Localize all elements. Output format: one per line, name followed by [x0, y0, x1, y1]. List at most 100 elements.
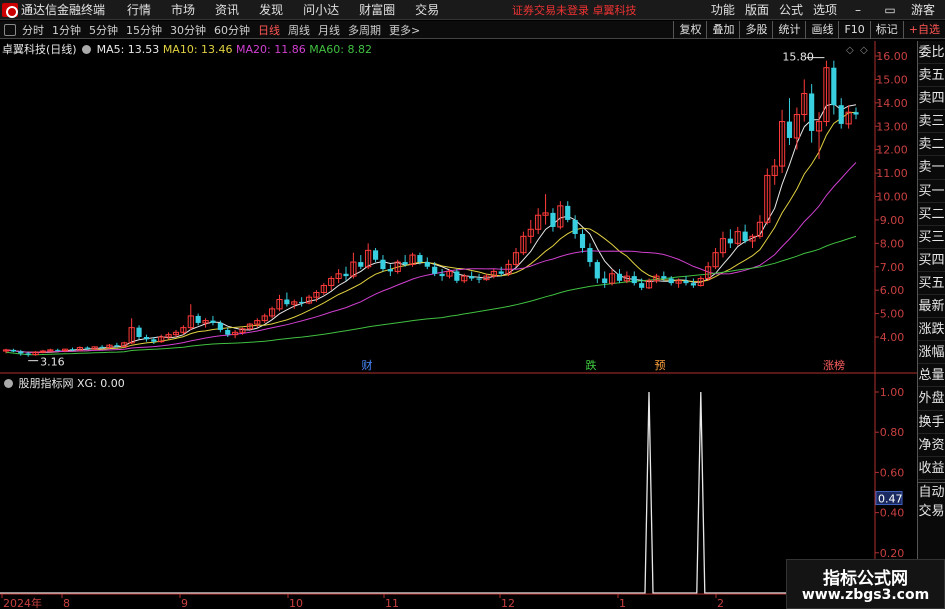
candle-body-down — [661, 276, 667, 279]
sidebar-field-7[interactable]: 买二 — [918, 203, 945, 226]
indicator-value: XG: 0.00 — [77, 377, 125, 390]
tool-f10[interactable]: F10 — [838, 21, 869, 39]
menu-item-discover[interactable]: 发现 — [259, 1, 283, 18]
sidebar-field-12[interactable]: 涨跌 — [918, 318, 945, 342]
indicator-settings-icon[interactable] — [4, 379, 13, 388]
menu-item-wealth[interactable]: 财富圈 — [359, 1, 395, 18]
menu-item-layout[interactable]: 版面 — [745, 1, 769, 18]
tool-draw[interactable]: 画线 — [805, 21, 838, 39]
app-logo-icon — [2, 2, 18, 18]
minimize-icon[interactable]: – — [847, 3, 869, 17]
guest-label[interactable]: 游客 — [911, 1, 935, 18]
sidebar-field-16[interactable]: 换手 — [918, 411, 945, 434]
candle-body-down — [284, 299, 290, 305]
stock-name[interactable]: 卓翼科技(日线) — [2, 43, 77, 56]
price-tick-label: 4.00 — [880, 331, 905, 344]
price-tick-label: 13.00 — [876, 120, 908, 133]
sidebar-field-9[interactable]: 买四 — [918, 249, 945, 272]
period-multi[interactable]: 多周期 — [348, 22, 381, 38]
sidebar-field-6[interactable]: 买一 — [918, 180, 945, 203]
price-tick-label: 5.00 — [880, 308, 905, 321]
sidebar-field-17[interactable]: 净资 — [918, 434, 945, 457]
period-bar: 分时 1分钟 5分钟 15分钟 30分钟 60分钟 日线 周线 月线 多周期 更… — [0, 21, 945, 39]
sidebar-field-2[interactable]: 卖四 — [918, 87, 945, 111]
high-label: 15.80 — [782, 51, 814, 64]
candle-body-down — [358, 262, 364, 267]
candle-body-down — [639, 283, 645, 288]
period-daily[interactable]: 日线 — [258, 22, 280, 38]
chart-area[interactable]: 15.803.16 财跌预涨榜 16.0015.0014.0013.0012.00… — [0, 41, 917, 609]
menu-item-trade[interactable]: 交易 — [415, 1, 439, 18]
ind-tick-label: 0.40 — [880, 507, 905, 520]
menu-item-function[interactable]: 功能 — [711, 1, 735, 18]
candle-body-down — [143, 337, 150, 340]
period-1min[interactable]: 1分钟 — [52, 22, 81, 38]
price-tick-label: 6.00 — [880, 284, 905, 297]
price-tick-label: 8.00 — [880, 237, 905, 250]
sidebar-field-8[interactable]: 买三 — [918, 226, 945, 249]
indicator-info-line: 股朋指标网 XG: 0.00 — [2, 375, 125, 390]
ma-line-ma10 — [5, 111, 857, 353]
sidebar-field-13[interactable]: 涨幅 — [918, 341, 945, 365]
event-marker-1: 跌 — [586, 358, 597, 372]
x-tick-label: 2024年 — [3, 596, 42, 609]
xg-signal-line — [0, 391, 875, 594]
sidebar-auto-trade-0[interactable]: 自动 — [918, 483, 945, 502]
candle-body-down — [690, 283, 696, 286]
ind-current-label: 0.47 — [878, 493, 903, 506]
tool-adjust[interactable]: 复权 — [673, 21, 706, 39]
menu-item-options[interactable]: 选项 — [813, 1, 837, 18]
candle-body-down — [387, 269, 393, 272]
period-60min[interactable]: 60分钟 — [214, 22, 250, 38]
menu-item-ask[interactable]: 问小达 — [303, 1, 339, 18]
sidebar-field-14[interactable]: 总量 — [918, 364, 945, 388]
sidebar-auto-trade-1[interactable]: 交易 — [918, 502, 945, 521]
sidebar-field-3[interactable]: 卖三 — [918, 110, 945, 134]
sidebar-field-0[interactable]: 委比 — [918, 41, 945, 65]
period-15min[interactable]: 15分钟 — [126, 22, 162, 38]
indicator-name[interactable]: 股朋指标网 — [19, 377, 74, 390]
tool-stats[interactable]: 统计 — [772, 21, 805, 39]
sidebar-field-10[interactable]: 买五 — [918, 272, 945, 296]
login-notice[interactable]: 证券交易未登录 卓翼科技 — [512, 2, 637, 18]
candle-body-down — [809, 93, 815, 131]
menu-right: 功能 版面 公式 选项 – ▭ 游客 — [711, 0, 945, 20]
tool-add-watchlist[interactable]: +自选 — [902, 21, 945, 39]
sidebar-field-5[interactable]: 卖一 — [918, 156, 945, 180]
tool-mark[interactable]: 标记 — [869, 21, 903, 39]
back-icon[interactable] — [4, 23, 16, 36]
x-tick-label: 2 — [717, 597, 724, 609]
sidebar-field-4[interactable]: 卖二 — [918, 133, 945, 157]
sidebar-field-1[interactable]: 卖五 — [918, 64, 945, 88]
tool-multi-stock[interactable]: 多股 — [739, 21, 772, 39]
sidebar-field-18[interactable]: 收益 — [918, 457, 945, 480]
period-intraday[interactable]: 分时 — [22, 22, 44, 38]
sidebar-field-11[interactable]: 最新 — [918, 295, 945, 319]
menu-item-news[interactable]: 资讯 — [215, 1, 239, 18]
low-label: 3.16 — [40, 356, 65, 369]
period-weekly[interactable]: 周线 — [288, 22, 310, 38]
x-tick-label: 8 — [63, 597, 70, 609]
watermark-title: 指标公式网 — [823, 569, 908, 589]
period-30min[interactable]: 30分钟 — [170, 22, 206, 38]
restore-icon[interactable]: ▭ — [879, 3, 901, 17]
price-tick-label: 9.00 — [880, 214, 905, 227]
candle-body-down — [498, 271, 504, 274]
settings-circle-icon[interactable] — [82, 45, 92, 54]
candle-body-down — [343, 273, 349, 277]
candle-body-down — [210, 320, 216, 323]
menu-item-market[interactable]: 市场 — [171, 1, 195, 18]
sidebar-field-15[interactable]: 外盘 — [918, 387, 945, 411]
tool-overlay[interactable]: 叠加 — [706, 21, 739, 39]
candle-body-down — [69, 349, 76, 351]
menu-item-formula[interactable]: 公式 — [779, 1, 803, 18]
candle-body-down — [565, 205, 571, 220]
candle-body-down — [424, 262, 430, 267]
period-monthly[interactable]: 月线 — [318, 22, 340, 38]
menu-item-quotes[interactable]: 行情 — [127, 1, 151, 18]
candle-body-down — [594, 262, 600, 279]
candle-body-down — [372, 250, 379, 260]
candle-body-down — [742, 231, 748, 241]
period-5min[interactable]: 5分钟 — [89, 22, 118, 38]
period-more[interactable]: 更多> — [389, 22, 420, 38]
